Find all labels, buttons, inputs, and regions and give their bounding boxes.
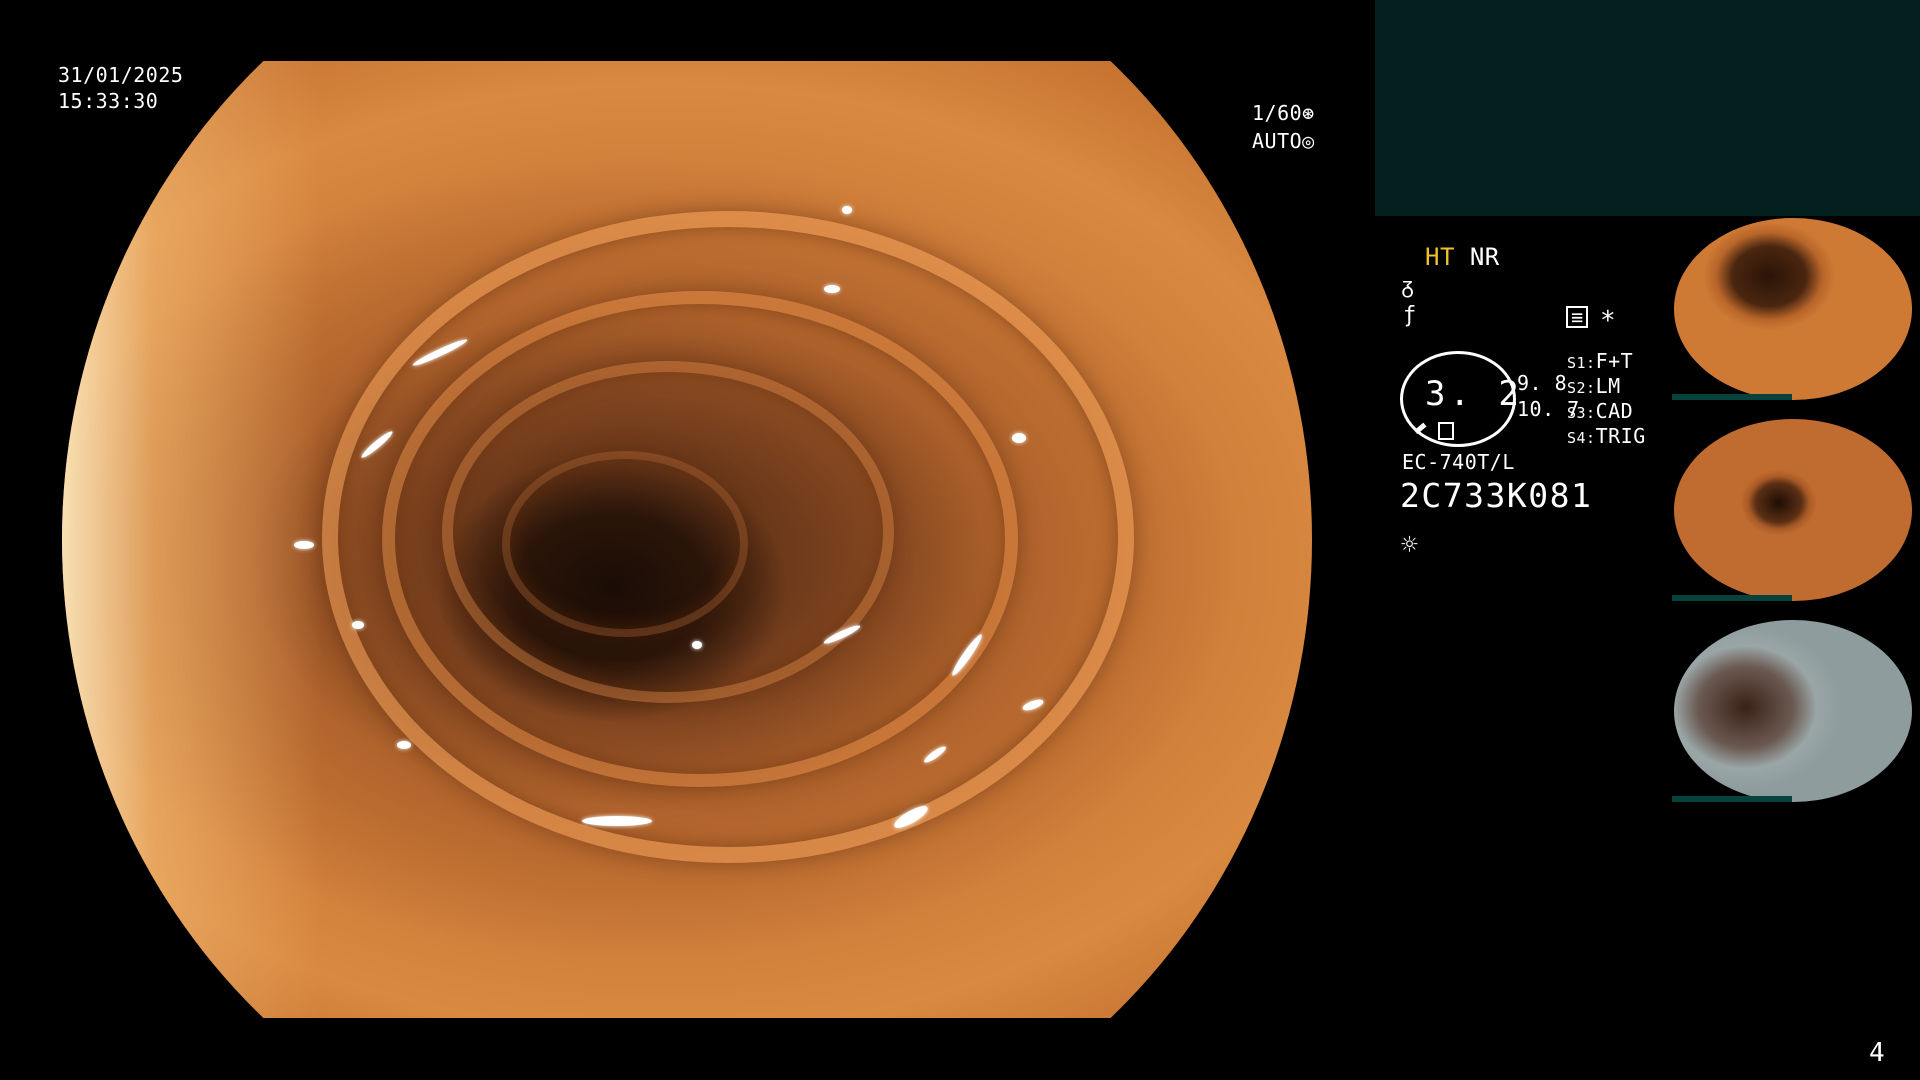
time-label: 15:33:30 [58, 89, 159, 113]
slot-value: LM [1595, 374, 1621, 398]
thumbnail-bar [1672, 796, 1792, 802]
thumbnail-bar [1672, 394, 1792, 400]
light-source-icon: ☼ [1401, 528, 1418, 561]
shutter-speed: 1/60⊛ [1252, 100, 1315, 126]
thumbnail-bar [1672, 595, 1792, 601]
scope-model: EC-740T/L [1402, 450, 1515, 474]
captured-thumbnail[interactable] [1672, 218, 1916, 400]
specular-highlight [352, 621, 364, 629]
exposure-mode: AUTO◎ [1252, 128, 1315, 154]
aperture-icon: ⊛ [1302, 101, 1315, 125]
dial-value: 3. 2 [1425, 374, 1523, 414]
specular-highlight [824, 285, 840, 293]
slot-key: S2: [1567, 379, 1596, 397]
light-glare [62, 61, 322, 1018]
pencil-icon [1414, 422, 1427, 435]
captured-thumbnail[interactable] [1672, 620, 1916, 802]
value-1: 9. 8 [1517, 371, 1568, 395]
switch-slot-2: S2:LM [1567, 373, 1621, 401]
exposure-mode-label: AUTO [1252, 129, 1303, 153]
nr-indicator: NR [1469, 243, 1500, 271]
slot-value: TRIG [1595, 424, 1646, 448]
ht-indicator: HT [1425, 243, 1455, 271]
specular-highlight [842, 206, 852, 214]
square-icon [1438, 422, 1454, 440]
thumbnail-image [1674, 218, 1912, 400]
enhancement-icon: ƒ [1403, 303, 1417, 328]
switch-slot-4: S4:TRIG [1567, 423, 1646, 451]
asterisk-label: * [1600, 306, 1616, 336]
thumbnail-image [1674, 620, 1912, 802]
specular-highlight [397, 741, 411, 749]
switch-slot-1: S1:F+T [1567, 348, 1633, 376]
target-icon: ◎ [1302, 129, 1315, 153]
tone-curve-icon: ᵹ [1401, 274, 1415, 299]
specular-highlight [692, 641, 702, 649]
slot-value: F+T [1595, 349, 1634, 373]
mucosal-fold [502, 451, 748, 637]
slot-key: S4: [1567, 429, 1596, 447]
specular-highlight [294, 541, 314, 549]
info-box [1375, 0, 1920, 216]
switch-slot-3: S3:CAD [1567, 398, 1633, 426]
shutter-speed-label: 1/60 [1252, 101, 1303, 125]
specular-highlight [1012, 433, 1026, 443]
record-icon: ≡ [1566, 306, 1588, 328]
specular-highlight [582, 816, 652, 826]
date-label: 31/01/2025 [58, 63, 184, 87]
page-number: 4 [1869, 1038, 1886, 1068]
thumbnail-image [1674, 419, 1912, 601]
slot-key: S3: [1567, 404, 1596, 422]
scope-serial: 2C733K081 [1400, 476, 1593, 515]
slot-key: S1: [1567, 354, 1596, 372]
captured-thumbnail[interactable] [1672, 419, 1916, 601]
image-mode: HT NR [1425, 244, 1500, 270]
slot-value: CAD [1595, 399, 1634, 423]
endoscope-view [62, 61, 1312, 1018]
